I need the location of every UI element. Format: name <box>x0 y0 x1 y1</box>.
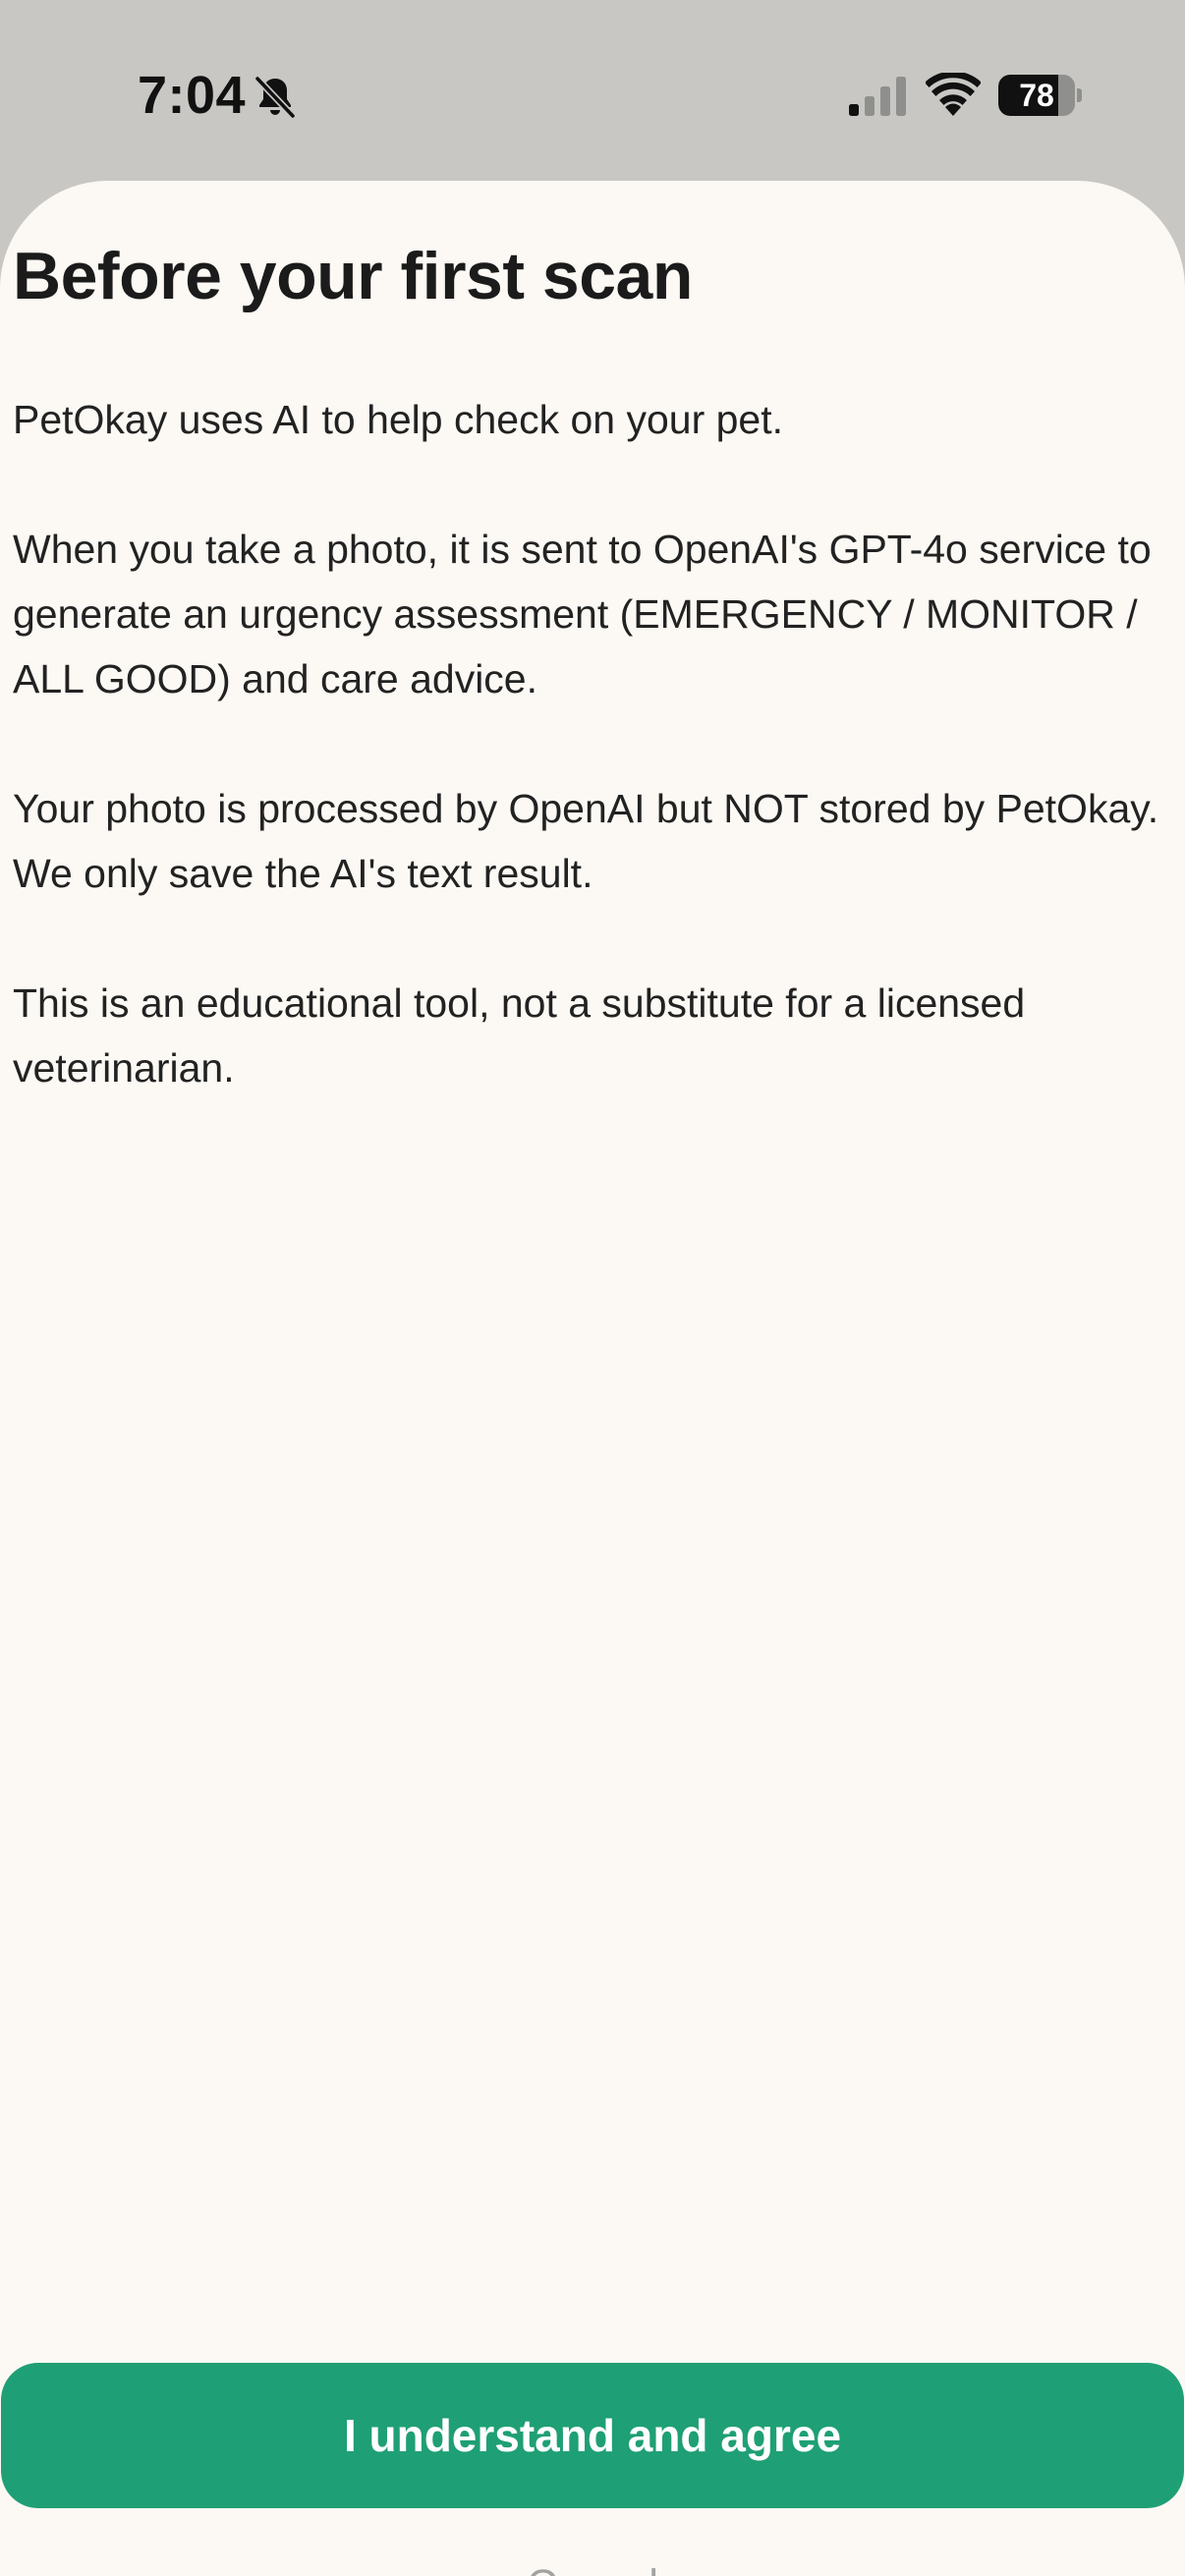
paragraph-intro: PetOkay uses AI to help check on your pe… <box>13 397 784 442</box>
paragraph-disclaimer: This is an educational tool, not a subst… <box>13 980 1026 1091</box>
wifi-icon <box>926 73 981 116</box>
status-time: 7:04 <box>138 66 247 125</box>
paragraph-photo-processing: When you take a photo, it is sent to Ope… <box>13 527 1152 701</box>
bell-slash-icon <box>254 75 297 120</box>
battery-level: 78 <box>1019 78 1054 113</box>
sheet-title: Before your first scan <box>13 239 693 313</box>
screen: 7:04 78 Before your first scan PetOkay u… <box>0 0 1185 2576</box>
status-bar: 7:04 78 <box>0 0 1185 182</box>
consent-sheet: Before your first scan PetOkay uses AI t… <box>0 181 1185 2576</box>
cellular-signal-icon <box>849 77 906 116</box>
paragraph-storage: Your photo is processed by OpenAI but NO… <box>13 786 1159 896</box>
cancel-button[interactable]: Cancel <box>0 2550 1185 2576</box>
sheet-body: PetOkay uses AI to help check on your pe… <box>13 387 1177 1165</box>
battery-icon: 78 <box>998 75 1082 116</box>
battery-cap <box>1077 88 1082 102</box>
battery-body: 78 <box>998 75 1075 116</box>
agree-button[interactable]: I understand and agree <box>1 2363 1184 2508</box>
